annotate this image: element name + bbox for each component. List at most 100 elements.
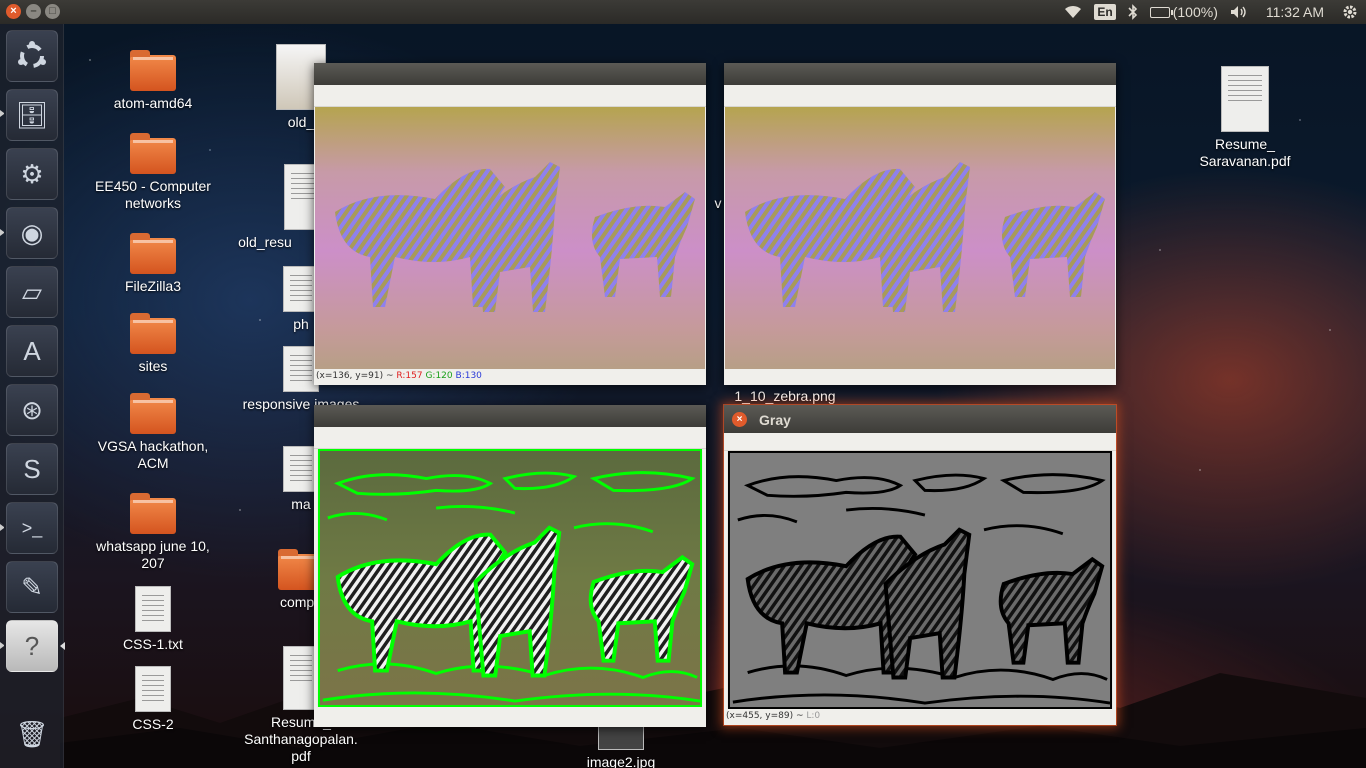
folder-icon: [130, 133, 176, 174]
lab-zebra-image[interactable]: [315, 107, 705, 369]
desktop-icon-label: VGSA hackathon, ACM: [97, 438, 209, 471]
app-icon: ⊛: [21, 394, 43, 425]
window-close-button[interactable]: ×: [732, 412, 747, 427]
trash-icon: 🗑: [15, 718, 49, 749]
window-titlebar[interactable]: [724, 63, 1116, 85]
launcher-software-center-button[interactable]: A: [6, 325, 58, 377]
panel-minimize-button[interactable]: –: [26, 4, 41, 19]
desktop-icon[interactable]: old_resu: [200, 164, 330, 251]
status-bar: [314, 707, 706, 727]
desktop-icon[interactable]: 1_10_zebra.png: [720, 388, 850, 405]
blue-value: B:130: [455, 371, 482, 381]
wifi-icon[interactable]: [1064, 5, 1082, 19]
launcher-trash-button[interactable]: 🗑: [6, 708, 58, 760]
launcher-text-editor-button[interactable]: ✎: [6, 561, 58, 613]
battery-indicator[interactable]: (100%): [1149, 4, 1218, 20]
window-titlebar[interactable]: [314, 405, 706, 427]
question-mark-icon: ?: [24, 630, 40, 661]
cursor-coordinates: (x=455, y=89) ~: [726, 711, 804, 721]
green-value: G:120: [425, 371, 453, 381]
launcher-files-button[interactable]: 🗄: [6, 89, 58, 141]
ubuntu-logo-icon: [18, 41, 46, 68]
desktop-icon[interactable]: CSS-2: [88, 666, 218, 733]
desktop-icon[interactable]: FileZilla3: [88, 233, 218, 295]
folder-icon: [130, 393, 176, 434]
desktop-icon-label: whatsapp june 10, 207: [96, 538, 210, 571]
window-titlebar[interactable]: × Gray: [724, 405, 1116, 433]
battery-level: (100%): [1172, 4, 1218, 20]
status-bar: [724, 369, 1116, 385]
lab-zebra-image-copy[interactable]: [725, 107, 1115, 369]
desktop-icon-label: CSS-1.txt: [123, 636, 183, 652]
window-titlebar[interactable]: [314, 63, 706, 85]
desktop-icon-label: atom-amd64: [113, 95, 193, 111]
desktop-icon[interactable]: VGSA hackathon, ACM: [88, 393, 218, 472]
pdf-file-icon: [1221, 66, 1269, 132]
desktop-icon-label: CSS-2: [132, 716, 174, 732]
launcher-terminal-button[interactable]: >_: [6, 502, 58, 554]
desktop-icon-label: old_resu: [238, 234, 292, 250]
window-toolbar: [724, 85, 1116, 107]
launcher-unknown-app-button[interactable]: ?: [6, 620, 58, 672]
terminal-icon: >_: [21, 517, 43, 538]
window-title: Gray: [759, 412, 791, 428]
desktop-icon[interactable]: Resume_ Saravanan.pdf: [1180, 66, 1310, 170]
mouse-readout: (x=455, y=89) ~ L:0: [724, 709, 1116, 725]
desktop-icon[interactable]: image2.jpg: [556, 724, 686, 768]
desktop-icon[interactable]: CSS-1.txt: [88, 586, 218, 653]
desktop-icon[interactable]: whatsapp june 10, 207: [88, 493, 218, 572]
software-center-icon: A: [23, 335, 41, 366]
gray-contour-image[interactable]: [725, 451, 1115, 709]
opencv-window-lab-image[interactable]: (x=136, y=91) ~ R:157 G:120 B:130: [314, 63, 706, 385]
desktop-icon-label: 1_10_zebra.png: [734, 388, 836, 404]
red-value: R:157: [396, 371, 423, 381]
desktop-icon-label: image2.jpg: [586, 754, 656, 768]
launcher-skype-button[interactable]: S: [6, 443, 58, 495]
system-gear-icon[interactable]: [1342, 4, 1358, 20]
launcher-drive-button[interactable]: ▱: [6, 266, 58, 318]
opencv-window-gray[interactable]: × Gray (x=455, y=89) ~ L:0: [724, 405, 1116, 725]
launcher-settings-button[interactable]: ⚙: [6, 148, 58, 200]
luminance-value: L:0: [806, 711, 821, 721]
opencv-window-lab-image-2[interactable]: [724, 63, 1116, 385]
bluetooth-icon[interactable]: [1128, 4, 1138, 20]
opencv-window-contours[interactable]: [314, 405, 706, 727]
desktop-icon-label: old_: [287, 114, 315, 130]
desktop-icon[interactable]: atom-amd64: [88, 50, 218, 112]
folder-icon: [130, 313, 176, 354]
contour-zebra-image[interactable]: [315, 449, 705, 707]
window-toolbar: [314, 427, 706, 449]
skype-icon: S: [23, 453, 41, 484]
desktop-icon-label: ph: [293, 316, 309, 332]
text-editor-icon: ✎: [21, 571, 43, 602]
launcher-app-button[interactable]: ⊛: [6, 384, 58, 436]
panel-close-button[interactable]: ×: [6, 4, 21, 19]
keyboard-language-indicator[interactable]: En: [1094, 4, 1116, 20]
desktop-icon[interactable]: sites: [88, 313, 218, 375]
mouse-readout: (x=136, y=91) ~ R:157 G:120 B:130: [314, 369, 706, 385]
launcher-chrome-button[interactable]: ◉: [6, 207, 58, 259]
window-toolbar: [314, 85, 706, 107]
clock[interactable]: 11:32 AM: [1266, 4, 1324, 20]
desktop-icon-label: EE450 - Computer networks: [95, 178, 211, 211]
folder-icon: [130, 493, 176, 534]
window-toolbar: [724, 433, 1116, 451]
battery-icon: [1149, 6, 1173, 18]
drive-icon: ▱: [22, 276, 42, 307]
desktop-icon-label: v: [714, 195, 722, 211]
cursor-coordinates: (x=136, y=91) ~: [316, 371, 394, 381]
volume-icon[interactable]: [1230, 5, 1248, 19]
desktop-icon-label: Resume_ Saravanan.pdf: [1199, 136, 1291, 169]
launcher: 🗄 ⚙ ◉ ▱ A ⊛ S >_ ✎ ? 🗑: [0, 24, 65, 768]
text-file-icon: [135, 666, 171, 712]
desktop-icon-label: sites: [138, 358, 168, 374]
panel-maximize-button[interactable]: □: [45, 4, 60, 19]
text-file-icon: [135, 586, 171, 632]
settings-gear-icon: ⚙: [20, 158, 44, 189]
launcher-dash-button[interactable]: [6, 30, 58, 82]
desktop-icon-label: FileZilla3: [124, 278, 181, 294]
desktop-icon[interactable]: EE450 - Computer networks: [88, 133, 218, 212]
folder-icon: [130, 50, 176, 91]
chrome-icon: ◉: [20, 217, 44, 248]
file-cabinet-icon: 🗄: [15, 99, 49, 130]
